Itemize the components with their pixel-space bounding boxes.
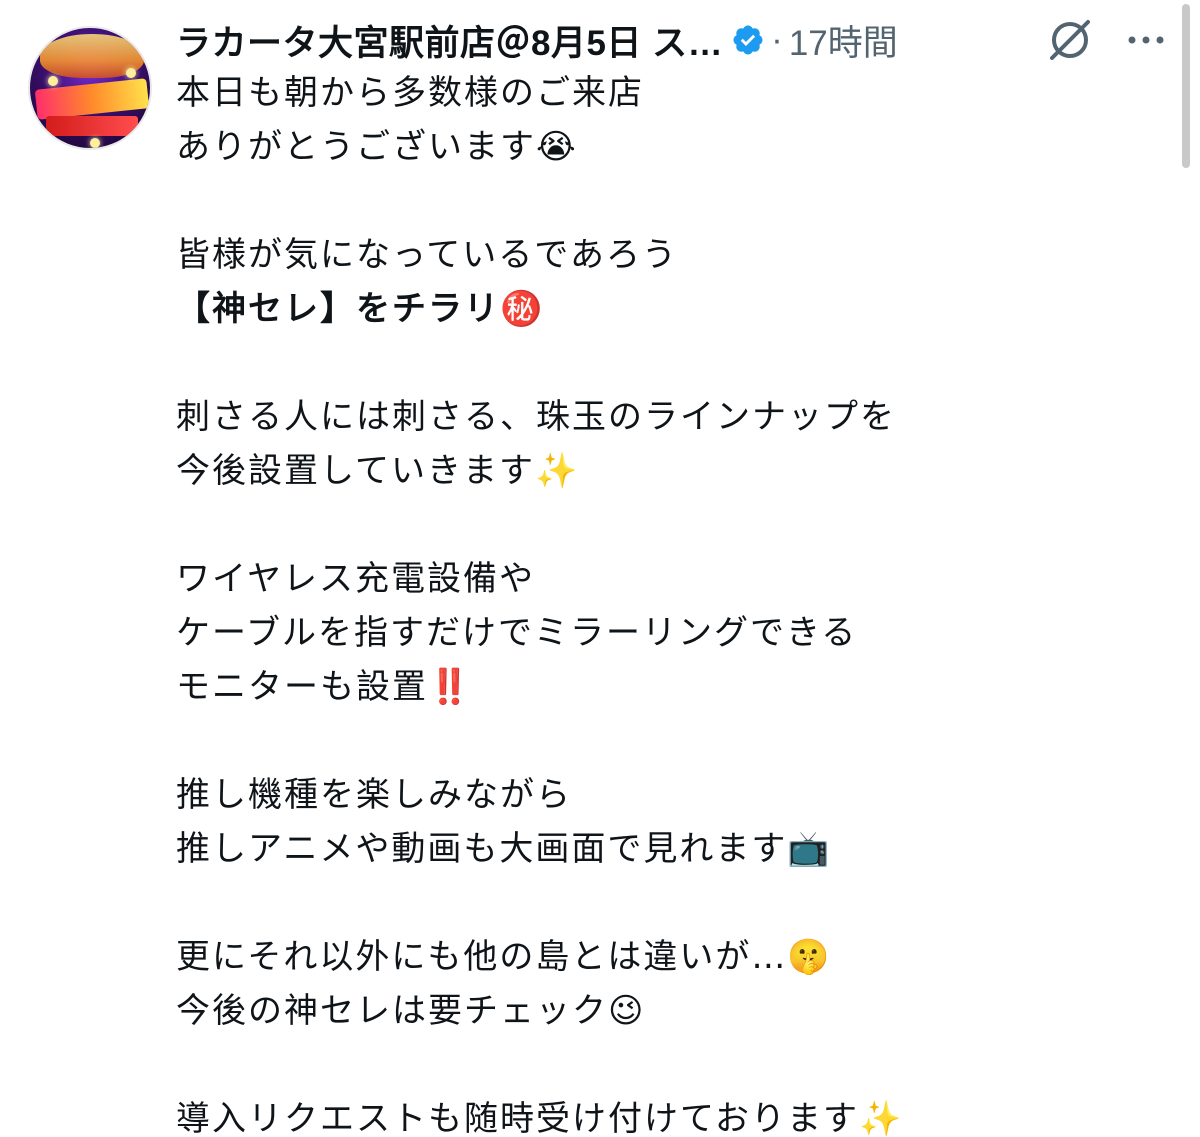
tweet-text-line: 皆様が気になっているであろう [176,235,678,275]
tweet-timestamp[interactable]: 17時間 [789,15,898,66]
tweet-text-line: ワイヤレス充電設備や [176,559,535,599]
tweet-text-line [176,174,1176,228]
avatar-graphic-date-band [46,116,138,136]
tweet-text-line: 導入リクエストも随時受け付けております✨ [176,1099,904,1137]
tweet-text-line: 本日も朝から多数様のご来店 [176,73,644,113]
avatar-sparkle [126,68,136,78]
tweet-text-line [176,876,1176,930]
tweet: ラカータ大宮駅前店＠8月5日 ス… · 17時間 本日も朝から多数様のご来店 あ… [0,0,1200,1137]
avatar-sparkle [90,138,100,148]
tweet-text-line: 更にそれ以外にも他の島とは違いが…🤫 [176,937,832,977]
tweet-text-line: モニターも設置‼️ [176,667,473,707]
scrollbar[interactable] [1182,4,1190,168]
tweet-text-line [176,714,1176,768]
tweet-header: ラカータ大宮駅前店＠8月5日 ス… · 17時間 [176,14,898,66]
tweet-text-line: ありがとうございます😭 [176,127,578,167]
tweet-text-line: 刺さる人には刺さる、珠玉のラインナップを [176,397,896,437]
tweet-text: 本日も朝から多数様のご来店 ありがとうございます😭 皆様が気になっているであろう… [176,66,1176,1137]
tweet-text-line: 【神セレ】をチラリ㊙️ [176,289,545,329]
tweet-text-line [176,336,1176,390]
tweet-text-line [176,498,1176,552]
avatar-sparkle [48,76,58,86]
verified-badge-icon [731,23,765,57]
tweet-text-line: 推しアニメや動画も大画面で見れます📺 [176,829,832,869]
tweet-text-line: 今後の神セレは要チェック😉 [176,991,646,1031]
author-name[interactable]: ラカータ大宮駅前店＠8月5日 ス… [176,15,723,66]
tweet-text-line [176,1038,1176,1092]
grok-icon[interactable] [1044,14,1096,66]
separator-dot: · [771,20,783,59]
more-options-icon[interactable] [1124,26,1168,54]
author-avatar[interactable] [28,26,152,150]
tweet-text-line: ケーブルを指すだけでミラーリングできる [176,613,858,653]
tweet-text-line: 今後設置していきます✨ [176,451,580,491]
tweet-text-line: 推し機種を楽しみながら [176,775,572,815]
